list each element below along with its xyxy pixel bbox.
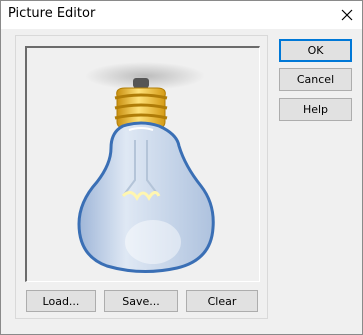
help-button[interactable]: Help <box>279 98 352 121</box>
window-title: Picture Editor <box>8 6 96 21</box>
cancel-button[interactable]: Cancel <box>279 68 352 91</box>
ok-button[interactable]: OK <box>279 39 352 62</box>
clear-button[interactable]: Clear <box>186 290 258 312</box>
title-bar: Picture Editor <box>1 1 362 29</box>
load-button[interactable]: Load... <box>26 290 96 312</box>
save-button[interactable]: Save... <box>104 290 178 312</box>
picture-preview <box>25 46 260 282</box>
close-icon[interactable] <box>340 7 354 21</box>
picture-editor-dialog: Picture Editor Load... Save... Clear OK … <box>0 0 363 335</box>
light-bulb-image <box>77 62 215 274</box>
